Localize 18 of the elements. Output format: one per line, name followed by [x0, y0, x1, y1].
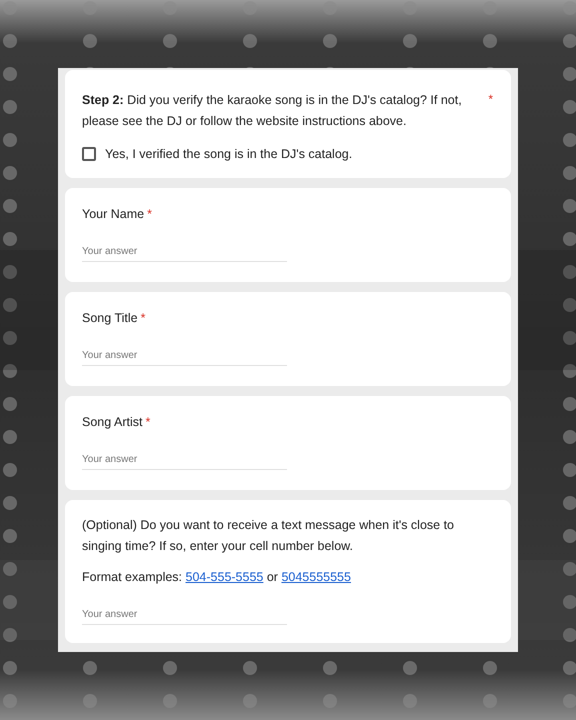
answer-field[interactable]: Your answer — [82, 348, 287, 366]
answer-field[interactable]: Your answer — [82, 244, 287, 262]
question-label: Song Artist — [82, 414, 142, 431]
question-text: Step 2: Did you verify the karaoke song is in the DJ's catalog? If not, please see the DJ or follow the website instructions above. — [82, 92, 463, 130]
question-label: Your Name — [82, 206, 144, 223]
phone-link[interactable]: 504-555-5555 — [186, 570, 264, 584]
checkbox[interactable] — [82, 147, 96, 162]
answer-field[interactable]: Your answer — [82, 452, 287, 470]
required-mark: * — [488, 91, 493, 108]
required-mark: * — [140, 310, 146, 327]
required-mark: * — [147, 206, 152, 223]
answer-field[interactable]: Your answer — [82, 606, 287, 625]
question-description: (Optional) Do you want to receive a text message when it's close to singing time? If so, enter your cell number below. — [82, 517, 456, 555]
checkbox-label: Yes, I verified the song is in the DJ's catalog. — [105, 146, 352, 163]
question-label: Song Title — [82, 310, 138, 327]
format-examples: Format examples: 504-555-5555 or 5045555555 — [82, 569, 352, 586]
required-mark: * — [145, 414, 150, 431]
phone-link[interactable]: 5045555555 — [281, 570, 351, 584]
